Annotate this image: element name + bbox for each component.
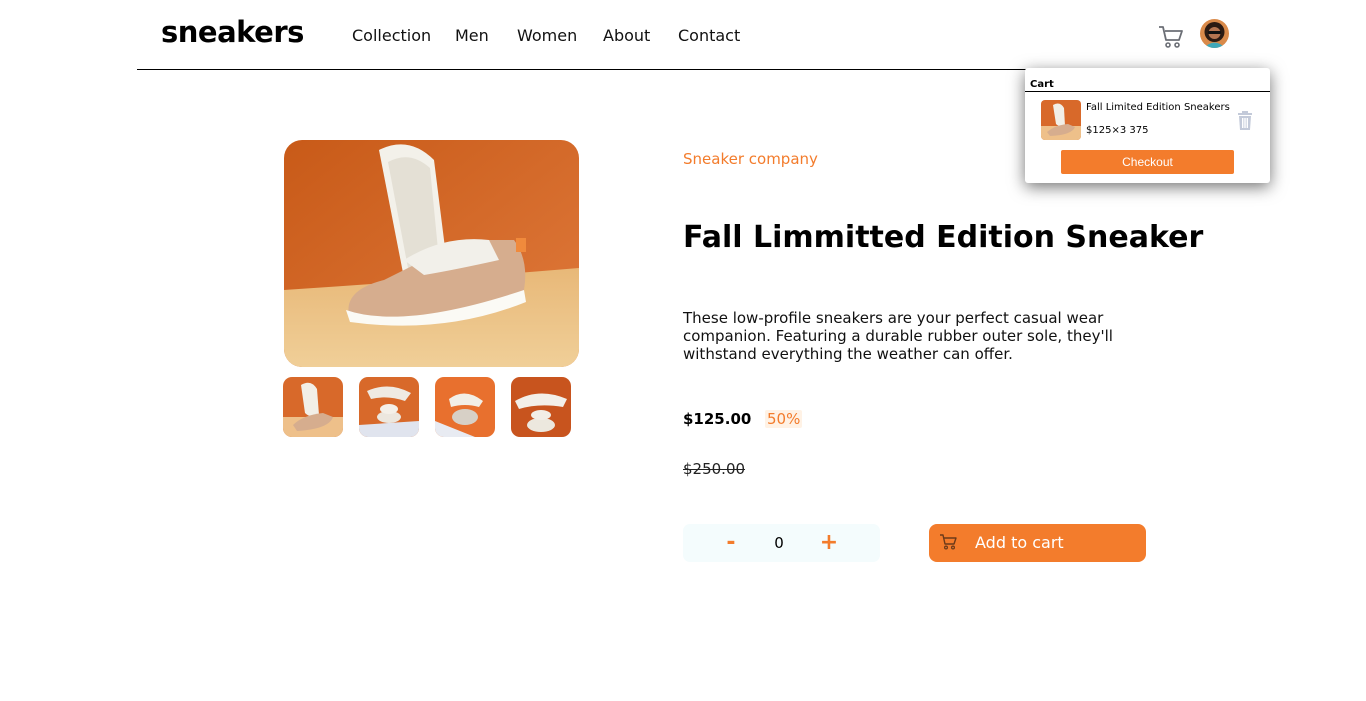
cart-divider: [1025, 91, 1270, 92]
add-to-cart-button[interactable]: Add to cart: [929, 524, 1146, 562]
nav-about[interactable]: About: [603, 26, 650, 45]
cart-item-price: $125×3 375: [1086, 125, 1149, 136]
cart-popup: Cart Fall Limited Edition Sneakers $125×…: [1025, 68, 1270, 183]
trash-icon[interactable]: [1235, 111, 1255, 131]
quantity-value: 0: [774, 534, 784, 552]
cart-heading: Cart: [1030, 79, 1054, 90]
decrease-quantity-button[interactable]: -: [724, 528, 738, 556]
logo[interactable]: sneakers: [161, 15, 304, 49]
nav-women[interactable]: Women: [517, 26, 577, 45]
avatar[interactable]: [1200, 19, 1229, 48]
increase-quantity-button[interactable]: +: [820, 528, 838, 556]
cart-icon[interactable]: [1158, 25, 1184, 49]
nav-collection[interactable]: Collection: [352, 26, 431, 45]
current-price: $125.00: [683, 410, 752, 428]
add-to-cart-label: Add to cart: [975, 533, 1064, 552]
checkout-button[interactable]: Checkout: [1061, 150, 1234, 174]
thumbnail-4[interactable]: [511, 377, 571, 437]
thumbnail-3[interactable]: [435, 377, 495, 437]
company-label: Sneaker company: [683, 150, 818, 168]
cart-item-thumbnail: [1041, 100, 1081, 140]
product-title: Fall Limmitted Edition Sneaker: [683, 220, 1204, 255]
nav-men[interactable]: Men: [455, 26, 489, 45]
original-price: $250.00: [683, 460, 746, 478]
nav-contact[interactable]: Contact: [678, 26, 740, 45]
product-main-image[interactable]: [284, 140, 579, 367]
cart-icon: [939, 534, 957, 550]
thumbnail-1[interactable]: [283, 377, 343, 437]
cart-item-name: Fall Limited Edition Sneakers: [1086, 102, 1230, 113]
discount-badge: 50%: [765, 410, 803, 428]
thumbnail-2[interactable]: [359, 377, 419, 437]
product-description: These low-profile sneakers are your perf…: [683, 309, 1113, 363]
